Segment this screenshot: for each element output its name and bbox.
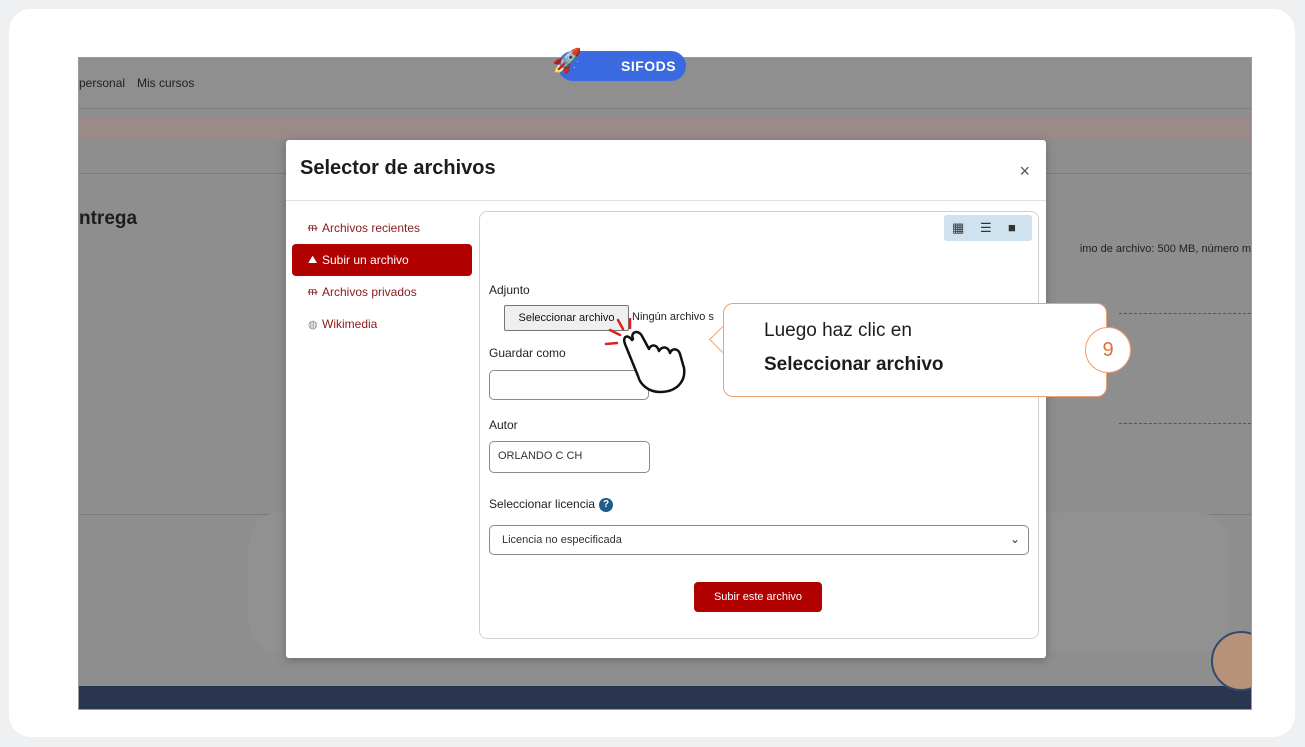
page-heading: ntrega bbox=[79, 208, 138, 229]
repository-sidebar: ᵯ Archivos recientes ⛰ Subir un archivo … bbox=[292, 212, 472, 340]
sidebar-item-archivos-privados[interactable]: ᵯ Archivos privados bbox=[292, 276, 472, 308]
step-number-badge: 9 bbox=[1085, 327, 1131, 373]
nav-personal-link[interactable]: personal bbox=[79, 76, 125, 90]
sidebar-item-label: Wikimedia bbox=[322, 317, 378, 331]
adjunto-label: Adjunto bbox=[489, 283, 530, 297]
sifods-logo: 🚀 SIFODS bbox=[552, 48, 686, 81]
sidebar-item-wikimedia[interactable]: ◍ Wikimedia bbox=[292, 308, 472, 340]
pointing-hand-icon bbox=[604, 318, 686, 394]
callout-line-1: Luego haz clic en bbox=[764, 320, 912, 341]
author-input[interactable]: ORLANDO C CH bbox=[489, 441, 650, 473]
modal-divider bbox=[286, 200, 1046, 201]
footer-bar bbox=[79, 686, 1251, 709]
sidebar-item-label: Archivos recientes bbox=[322, 221, 421, 235]
file-limit-text: imo de archivo: 500 MB, número m bbox=[1079, 243, 1251, 255]
rocket-icon: 🚀 bbox=[552, 48, 582, 75]
author-label: Autor bbox=[489, 418, 518, 432]
upload-panel: ▦ ☰ ■ Adjunto Seleccionar archivo Ningún… bbox=[479, 211, 1039, 639]
upload-icon: ⛰ bbox=[308, 254, 318, 266]
license-label: Seleccionar licencia bbox=[489, 497, 596, 511]
license-label-row: Seleccionar licencia? bbox=[489, 497, 614, 512]
close-icon[interactable]: × bbox=[1019, 161, 1030, 182]
view-toggle: ▦ ☰ ■ bbox=[944, 215, 1032, 241]
file-picker-modal: Selector de archivos × ᵯ Archivos recien… bbox=[286, 140, 1046, 658]
sidebar-item-label: Subir un archivo bbox=[322, 253, 409, 267]
save-as-label: Guardar como bbox=[489, 346, 566, 360]
upload-file-button[interactable]: Subir este archivo bbox=[694, 582, 822, 612]
moodle-icon: ᵯ bbox=[308, 222, 318, 234]
nav-mis-cursos-link[interactable]: Mis cursos bbox=[137, 76, 194, 90]
license-select[interactable]: Licencia no especificada ⌄ bbox=[489, 525, 1029, 555]
sidebar-item-subir-un-archivo[interactable]: ⛰ Subir un archivo bbox=[292, 244, 472, 276]
sidebar-item-archivos-recientes[interactable]: ᵯ Archivos recientes bbox=[292, 212, 472, 244]
license-selected-value: Licencia no especificada bbox=[502, 534, 622, 546]
dashed-divider bbox=[1119, 423, 1251, 425]
header-band bbox=[79, 118, 1251, 140]
moodle-icon: ᵯ bbox=[308, 286, 318, 298]
chevron-down-icon: ⌄ bbox=[1009, 532, 1020, 546]
nav-divider bbox=[79, 108, 1251, 109]
help-icon[interactable]: ? bbox=[599, 497, 614, 512]
sidebar-item-label: Archivos privados bbox=[322, 285, 417, 299]
modal-title: Selector de archivos bbox=[300, 157, 496, 179]
instruction-callout: Luego haz clic en Seleccionar archivo bbox=[723, 303, 1107, 397]
wikimedia-icon: ◍ bbox=[308, 319, 318, 331]
grid-view-icon[interactable]: ▦ bbox=[952, 220, 964, 236]
brand-label: SIFODS bbox=[621, 58, 677, 74]
list-view-icon[interactable]: ☰ bbox=[980, 220, 992, 236]
dashed-divider bbox=[1119, 313, 1251, 315]
folder-view-icon[interactable]: ■ bbox=[1008, 220, 1016, 235]
callout-line-2: Seleccionar archivo bbox=[764, 354, 944, 375]
